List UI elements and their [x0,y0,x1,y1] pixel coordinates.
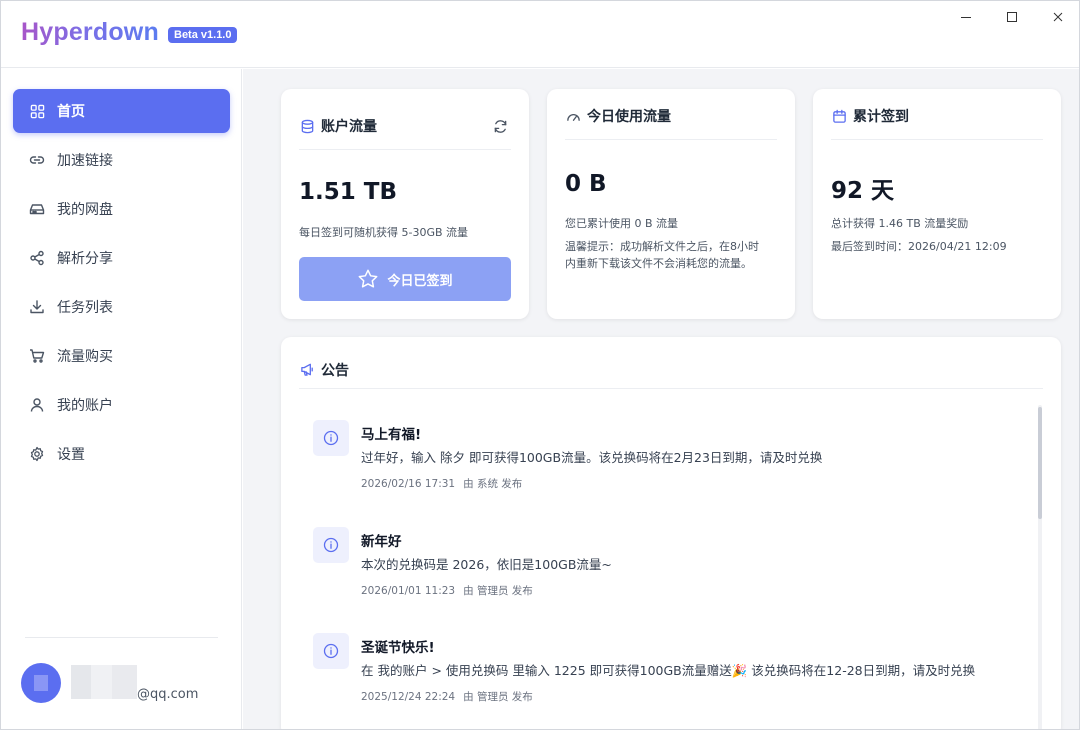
grid-icon [29,103,45,119]
main-content: 账户流量 1.51 TB 每日签到可随机获得 5-30GB 流量 今日已签到 今… [243,69,1079,729]
announcement-body: 过年好，输入 除夕 即可获得100GB流量。该兑换码将在2月23日到期，请及时兑… [361,450,823,465]
sidebar: 首页 加速链接 我的网盘 解析分享 任务列表 流量购买 我的账户 设置 @qq.… [1,69,242,729]
sidebar-item-label: 流量购买 [57,349,113,365]
checkin-button-label: 今日已签到 [387,273,453,289]
info-icon [313,633,349,669]
checkin-stats-card-title: 累计签到 [853,109,909,125]
today-usage-card-title: 今日使用流量 [587,109,671,125]
cart-icon [29,348,45,364]
sidebar-item-label: 解析分享 [57,251,113,267]
today-usage-card-header: 今日使用流量 [565,93,777,140]
download-icon [29,299,45,315]
drive-icon [29,201,45,217]
today-usage-card: 今日使用流量 0 B 您已累计使用 0 B 流量 温馨提示：成功解析文件之后，在… [547,89,795,319]
announcement-author: 由 管理员 发布 [463,585,533,597]
sidebar-item-label: 任务列表 [57,300,113,316]
avatar-placeholder [34,675,48,691]
announcement-meta: 2026/01/01 11:23 由 管理员 发布 [361,583,533,598]
sidebar-item-label: 我的网盘 [57,202,113,218]
announcement-title: 新年好 [361,534,402,550]
star-icon [359,269,378,288]
sidebar-item-label: 我的账户 [57,398,113,414]
announcements-header: 公告 [299,351,1043,389]
scrollbar-thumb[interactable] [1038,407,1042,519]
user-icon [29,397,45,413]
today-usage-tip-2: 内重新下载该文件不会消耗您的流量。 [565,257,752,270]
announcement-scrollbar[interactable] [1038,405,1042,729]
traffic-value: 1.51 TB [299,179,397,205]
close-button[interactable] [1043,7,1073,27]
today-usage-desc: 您已累计使用 0 B 流量 [565,217,679,230]
announcement-time: 2025/12/24 22:24 [361,691,456,703]
avatar[interactable] [21,663,61,703]
announcement-item[interactable]: 圣诞节快乐! 在 我的账户 > 使用兑换码 里输入 1225 即可获得100GB… [313,633,1013,729]
announcement-title: 圣诞节快乐! [361,640,435,656]
minimize-button[interactable] [951,7,981,27]
traffic-desc: 每日签到可随机获得 5-30GB 流量 [299,226,469,239]
announcement-time: 2026/02/16 17:31 [361,478,456,490]
refresh-icon [494,120,507,133]
title-bar: Hyperdown Beta v1.1.0 [1,1,1079,68]
share-icon [29,250,45,266]
app-window: Hyperdown Beta v1.1.0 首页 加速链接 我的网盘 解析分享 … [0,0,1080,730]
maximize-icon [1007,12,1017,22]
today-usage-tip-1: 温馨提示：成功解析文件之后，在8小时 [565,240,759,253]
sidebar-item-parse-share[interactable]: 解析分享 [13,236,230,280]
sidebar-item-my-drive[interactable]: 我的网盘 [13,187,230,231]
announcement-author: 由 系统 发布 [463,478,523,490]
sidebar-item-my-account[interactable]: 我的账户 [13,383,230,427]
refresh-button[interactable] [493,119,509,135]
sidebar-item-buy-traffic[interactable]: 流量购买 [13,334,230,378]
announcement-time: 2026/01/01 11:23 [361,585,456,597]
sidebar-item-label: 设置 [57,447,85,463]
calendar-icon [831,108,847,124]
gear-icon [29,446,45,462]
link-icon [29,152,45,168]
sidebar-item-label: 加速链接 [57,153,113,169]
megaphone-icon [299,362,315,378]
checkin-last-time: 最后签到时间：2026/04/21 12:09 [831,240,1007,253]
announcement-meta: 2025/12/24 22:24 由 管理员 发布 [361,689,533,704]
sidebar-divider [25,637,218,638]
announcements-title: 公告 [321,362,349,379]
user-email: @qq.com [137,687,199,702]
checkin-days-value: 92 天 [831,178,895,204]
info-icon [313,420,349,456]
version-badge: Beta v1.1.0 [168,27,238,43]
announcements-card: 公告 马上有福! 过年好，输入 除夕 即可获得100GB流量。该兑换码将在2月2… [281,337,1061,729]
app-logo: Hyperdown [21,18,159,46]
traffic-card-header: 账户流量 [299,103,511,150]
minimize-icon [961,17,971,18]
username-redacted [71,665,137,699]
checkin-total-reward: 总计获得 1.46 TB 流量奖励 [831,217,969,230]
announcement-meta: 2026/02/16 17:31 由 系统 发布 [361,476,522,491]
gauge-icon [565,108,581,124]
maximize-button[interactable] [997,7,1027,27]
traffic-card-title: 账户流量 [321,119,377,135]
announcement-body: 在 我的账户 > 使用兑换码 里输入 1225 即可获得100GB流量赠送🎉 该… [361,663,976,678]
database-icon [299,118,315,134]
announcement-title: 马上有福! [361,427,422,443]
announcement-item[interactable]: 新年好 本次的兑换码是 2026，依旧是100GB流量~ 2026/01/01 … [313,527,1013,623]
sidebar-item-label: 首页 [57,104,85,120]
today-usage-value: 0 B [565,171,607,197]
announcement-author: 由 管理员 发布 [463,691,533,703]
close-icon [1053,12,1063,22]
sidebar-item-settings[interactable]: 设置 [13,432,230,476]
announcement-body: 本次的兑换码是 2026，依旧是100GB流量~ [361,557,612,572]
info-icon [313,527,349,563]
checkin-button[interactable]: 今日已签到 [299,257,511,301]
traffic-card: 账户流量 1.51 TB 每日签到可随机获得 5-30GB 流量 今日已签到 [281,89,529,319]
checkin-stats-card-header: 累计签到 [831,93,1043,140]
announcement-item[interactable]: 马上有福! 过年好，输入 除夕 即可获得100GB流量。该兑换码将在2月23日到… [313,420,1013,516]
sidebar-item-home[interactable]: 首页 [13,89,230,133]
sidebar-item-task-list[interactable]: 任务列表 [13,285,230,329]
checkin-stats-card: 累计签到 92 天 总计获得 1.46 TB 流量奖励 最后签到时间：2026/… [813,89,1061,319]
sidebar-item-accelerate-link[interactable]: 加速链接 [13,138,230,182]
